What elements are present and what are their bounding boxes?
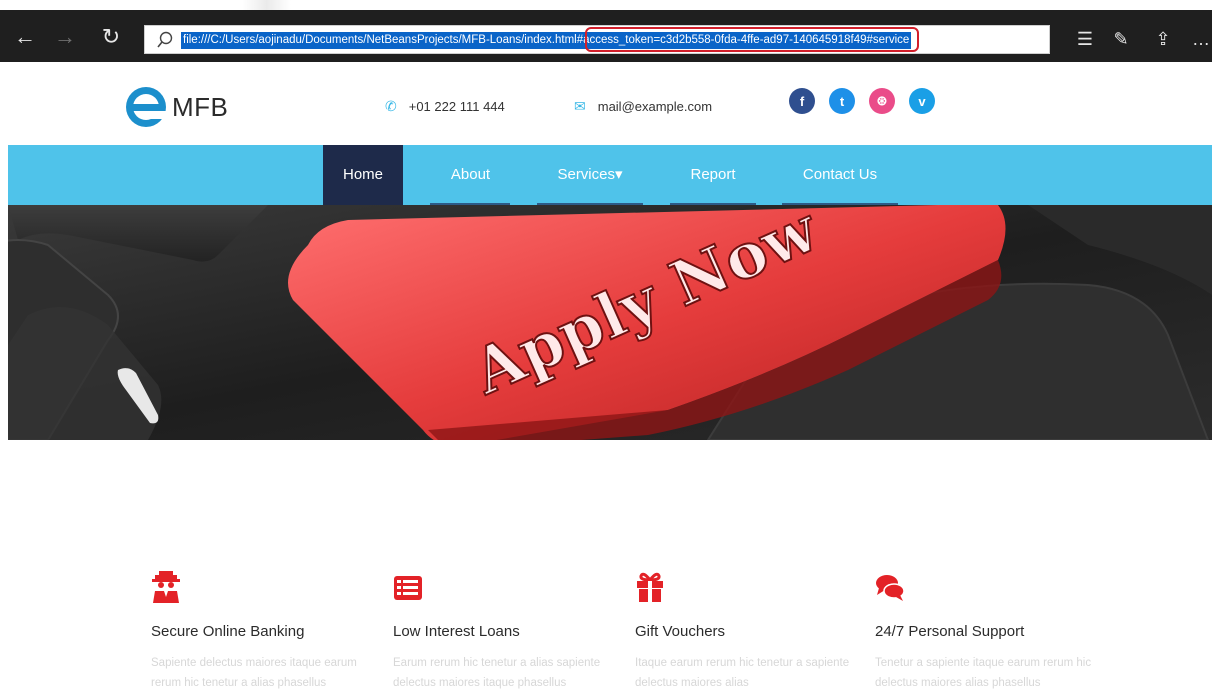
address-bar[interactable]: file:///C:/Users/aojinadu/Documents/NetB… <box>144 25 1050 54</box>
token-highlight-box <box>585 27 919 52</box>
search-icon <box>157 31 173 48</box>
phone-icon: ✆ <box>385 98 397 114</box>
service-personal-support: 24/7 Personal Support Tenetur a sapiente… <box>875 571 1105 689</box>
service-title: Low Interest Loans <box>393 623 520 640</box>
service-desc: Tenetur a sapiente itaque earum rerum hi… <box>875 657 1092 689</box>
service-desc: Sapiente delectus maiores itaque earum r… <box>151 657 357 689</box>
forward-icon[interactable]: → <box>48 20 82 54</box>
envelope-icon: ✉ <box>574 98 586 114</box>
service-title: Secure Online Banking <box>151 623 305 640</box>
email-contact: ✉ mail@example.com <box>574 98 712 115</box>
reading-list-icon[interactable]: ☰ <box>1071 25 1099 53</box>
list-alt-icon <box>394 576 422 600</box>
logo-e-icon <box>126 87 166 127</box>
share-icon[interactable]: ⇪ <box>1149 25 1177 53</box>
service-desc: Earum rerum hic tenetur a alias sapiente… <box>393 657 601 689</box>
hero-keyboard-image: Apply Now <box>8 205 1212 440</box>
spy-icon <box>152 571 180 603</box>
site-logo[interactable]: MFB <box>124 84 228 130</box>
email-address: mail@example.com <box>597 99 713 114</box>
dribbble-icon[interactable]: ⊛ <box>869 88 895 114</box>
nav-report[interactable]: Report <box>668 145 758 205</box>
main-nav: Home About Services▾ Report Contact Us <box>8 145 1212 205</box>
browser-toolbar: ← → ↻ file:///C:/Users/aojinadu/Document… <box>0 0 1212 62</box>
gift-icon <box>637 572 663 602</box>
service-low-interest-loans: Low Interest Loans Earum rerum hic tenet… <box>393 571 623 689</box>
service-title: 24/7 Personal Support <box>875 623 1025 640</box>
facebook-icon[interactable]: f <box>789 88 815 114</box>
tab-strip <box>0 0 1212 10</box>
service-desc: Itaque earum rerum hic tenetur a sapient… <box>635 657 850 689</box>
chat-bubbles-icon <box>876 575 905 601</box>
service-title: Gift Vouchers <box>635 623 726 640</box>
phone-contact: ✆ +01 222 111 444 <box>385 98 505 115</box>
vimeo-icon[interactable]: v <box>909 88 935 114</box>
nav-about[interactable]: About <box>428 145 513 205</box>
nav-contact-us[interactable]: Contact Us <box>780 145 900 205</box>
nav-home[interactable]: Home <box>323 145 403 205</box>
more-icon[interactable]: … <box>1187 25 1212 53</box>
logo-text: MFB <box>172 91 229 122</box>
service-secure-banking: Secure Online Banking Sapiente delectus … <box>151 571 381 689</box>
twitter-icon[interactable]: t <box>829 88 855 114</box>
phone-number: +01 222 111 444 <box>408 99 505 114</box>
hero-banner: Apply Now <box>8 205 1212 440</box>
nav-services[interactable]: Services▾ <box>535 145 645 205</box>
refresh-icon[interactable]: ↻ <box>94 20 128 54</box>
service-gift-vouchers: Gift Vouchers Itaque earum rerum hic ten… <box>635 571 865 689</box>
notes-icon[interactable]: ✎ <box>1107 25 1135 53</box>
social-links: f t ⊛ v <box>789 88 935 114</box>
back-icon[interactable]: ← <box>8 20 42 54</box>
